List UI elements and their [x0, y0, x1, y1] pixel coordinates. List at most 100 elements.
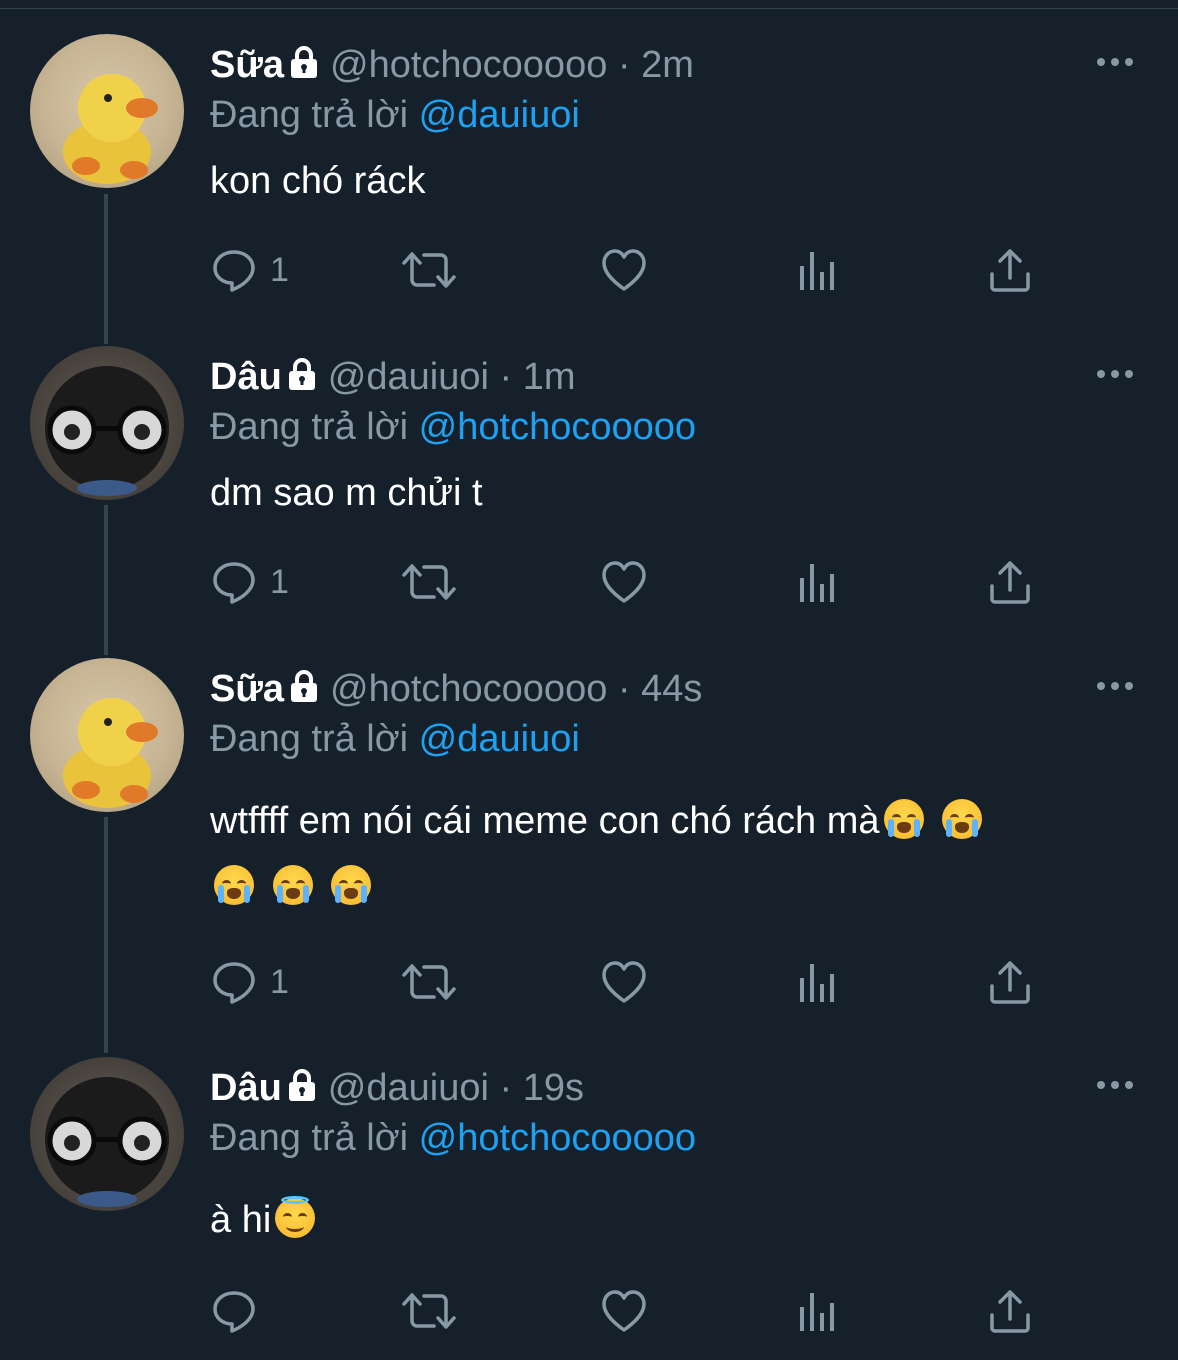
- like-icon: [602, 961, 646, 1003]
- display-name[interactable]: Dâu: [210, 356, 282, 398]
- separator: ·: [499, 1067, 513, 1109]
- tweet-header: Sữa @hotchocooooo · 2m: [210, 40, 694, 92]
- tweet-text: dm sao m chửi t: [210, 460, 1110, 526]
- tweet-text: à hi: [210, 1187, 1110, 1253]
- analytics-button[interactable]: [798, 954, 838, 1010]
- analytics-icon: [800, 564, 834, 602]
- reply-count: 1: [270, 250, 289, 289]
- crying-face-emoji: [214, 865, 254, 905]
- replying-label: Đang trả lời: [210, 718, 409, 760]
- retweet-icon: [402, 1293, 456, 1329]
- share-icon: [990, 1290, 1030, 1333]
- timestamp[interactable]: 2m: [641, 44, 694, 86]
- bear-avatar-image: [45, 1077, 169, 1207]
- crying-face-emoji: [331, 865, 372, 905]
- duck-avatar-image: [63, 698, 158, 808]
- replying-label: Đang trả lời: [210, 1117, 409, 1159]
- display-name[interactable]: Dâu: [210, 1067, 282, 1109]
- more-icon[interactable]: [1096, 366, 1134, 378]
- tweet-text-line: à hi: [210, 1199, 272, 1241]
- duck-avatar-image: [63, 74, 158, 184]
- share-icon: [990, 961, 1030, 1004]
- tweet-text: wtffff em nói cái meme con chó rách mà: [210, 788, 1110, 920]
- replying-to: Đang trả lời @hotchocooooo: [210, 1113, 696, 1163]
- display-name[interactable]: Sữa: [210, 668, 284, 710]
- user-handle[interactable]: @hotchocooooo: [330, 668, 607, 710]
- analytics-button[interactable]: [798, 554, 838, 610]
- replying-to: Đang trả lời @dauiuoi: [210, 90, 580, 140]
- separator: ·: [617, 668, 631, 710]
- tweet-header: Dâu @dauiuoi · 1m: [210, 352, 576, 404]
- tweet-actions: 1: [210, 242, 1060, 298]
- analytics-button[interactable]: [798, 1283, 838, 1339]
- mention-link[interactable]: @hotchocooooo: [419, 1117, 696, 1159]
- timestamp[interactable]: 44s: [641, 668, 702, 710]
- reply-button[interactable]: 1: [210, 242, 289, 298]
- replying-to: Đang trả lời @hotchocooooo: [210, 402, 696, 452]
- mention-link[interactable]: @dauiuoi: [419, 94, 580, 136]
- bear-avatar-image: [45, 366, 169, 496]
- tweet-actions: [210, 1283, 1060, 1339]
- tweet[interactable]: Sữa @hotchocooooo · 44s Đang trả lời @dau…: [0, 658, 1178, 1038]
- replying-to: Đang trả lời @dauiuoi: [210, 714, 580, 764]
- tweet[interactable]: Dâu @dauiuoi · 1m Đang trả lời @hotchocoo…: [0, 346, 1178, 646]
- avatar[interactable]: [30, 34, 184, 188]
- like-icon: [602, 249, 646, 291]
- tweet-text-line: dm sao m chửi t: [210, 472, 483, 514]
- lock-icon: [288, 42, 320, 92]
- more-icon[interactable]: [1096, 678, 1134, 690]
- share-button[interactable]: [988, 954, 1032, 1010]
- lock-icon: [286, 354, 318, 404]
- crying-face-emoji: [883, 799, 924, 839]
- avatar[interactable]: [30, 1057, 184, 1211]
- more-icon[interactable]: [1096, 1077, 1134, 1089]
- reply-button[interactable]: 1: [210, 954, 289, 1010]
- share-icon: [990, 561, 1030, 604]
- user-handle[interactable]: @hotchocooooo: [330, 44, 607, 86]
- retweet-button[interactable]: [400, 954, 458, 1010]
- user-handle[interactable]: @dauiuoi: [328, 1067, 489, 1109]
- reply-button[interactable]: [210, 1283, 270, 1339]
- like-button[interactable]: [600, 1283, 648, 1339]
- timestamp[interactable]: 19s: [523, 1067, 584, 1109]
- display-name[interactable]: Sữa: [210, 44, 284, 86]
- more-icon[interactable]: [1096, 54, 1134, 66]
- retweet-icon: [402, 252, 456, 288]
- avatar[interactable]: [30, 658, 184, 812]
- timestamp[interactable]: 1m: [523, 356, 576, 398]
- tweet-actions: 1: [210, 954, 1060, 1010]
- halo-smile-emoji: [275, 1196, 316, 1238]
- lock-icon: [286, 1065, 318, 1115]
- avatar[interactable]: [30, 346, 184, 500]
- reply-icon: [213, 1291, 255, 1333]
- analytics-icon: [800, 1293, 834, 1331]
- reply-icon: [213, 562, 255, 604]
- replying-label: Đang trả lời: [210, 94, 409, 136]
- like-icon: [602, 1290, 646, 1332]
- share-button[interactable]: [988, 242, 1032, 298]
- retweet-icon: [402, 564, 456, 600]
- like-button[interactable]: [600, 554, 648, 610]
- tweet-header: Sữa @hotchocooooo · 44s: [210, 664, 702, 716]
- retweet-button[interactable]: [400, 554, 458, 610]
- like-button[interactable]: [600, 242, 648, 298]
- crying-face-emoji: [272, 865, 313, 905]
- retweet-button[interactable]: [400, 242, 458, 298]
- analytics-button[interactable]: [798, 242, 838, 298]
- share-button[interactable]: [988, 1283, 1032, 1339]
- mention-link[interactable]: @hotchocooooo: [419, 406, 696, 448]
- separator: ·: [499, 356, 513, 398]
- retweet-button[interactable]: [400, 1283, 458, 1339]
- mention-link[interactable]: @dauiuoi: [419, 718, 580, 760]
- tweet-text-line: wtffff em nói cái meme con chó rách mà: [210, 800, 880, 842]
- reply-button[interactable]: 1: [210, 554, 289, 610]
- share-button[interactable]: [988, 554, 1032, 610]
- retweet-icon: [402, 964, 456, 1000]
- tweet-header: Dâu @dauiuoi · 19s: [210, 1063, 584, 1115]
- separator: ·: [617, 44, 631, 86]
- user-handle[interactable]: @dauiuoi: [328, 356, 489, 398]
- like-button[interactable]: [600, 954, 648, 1010]
- tweet[interactable]: Dâu @dauiuoi · 19s Đang trả lời @hotchoco…: [0, 1057, 1178, 1357]
- tweet[interactable]: Sữa @hotchocooooo · 2m Đang trả lời @daui…: [0, 34, 1178, 334]
- like-icon: [602, 561, 646, 603]
